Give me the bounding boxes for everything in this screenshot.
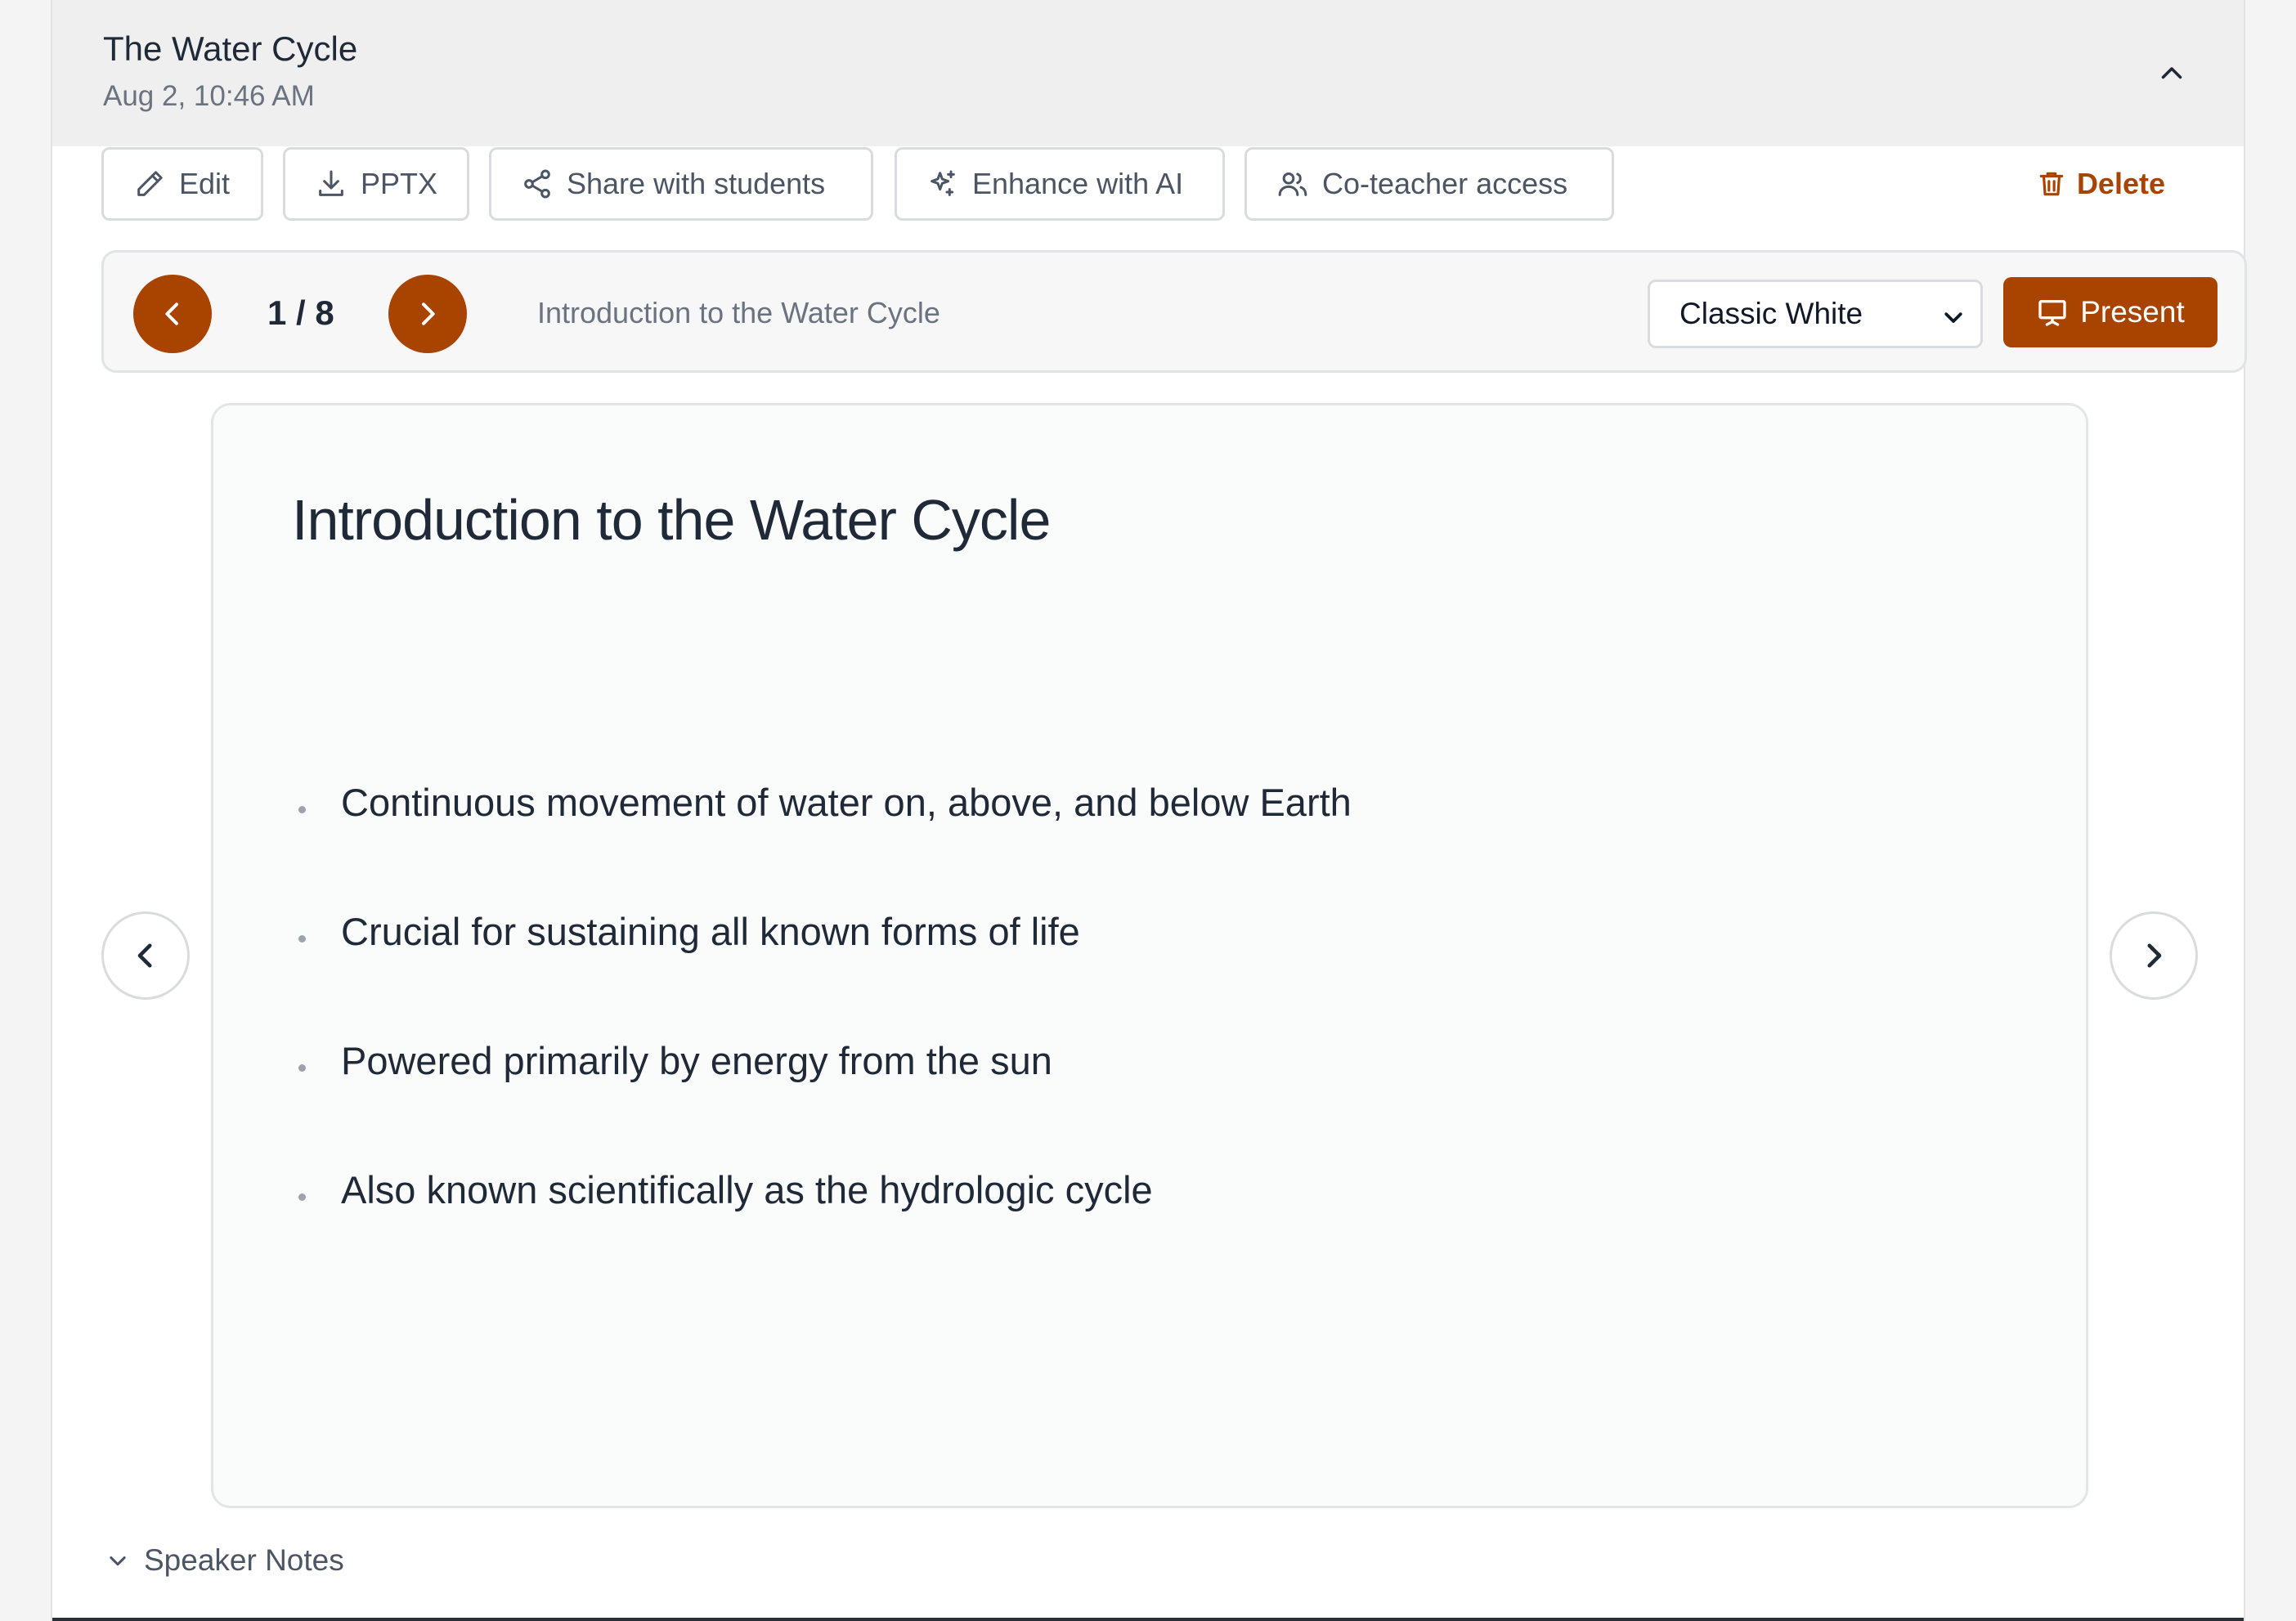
theme-select[interactable]: Classic White — [1648, 280, 1983, 348]
current-slide-title: Introduction to the Water Cycle — [537, 296, 940, 329]
lesson-date: Aug 2, 10:46 AM — [103, 80, 315, 112]
collapse-button[interactable] — [2150, 52, 2193, 95]
next-slide-button[interactable] — [388, 275, 467, 353]
slide-navigator: 1 / 8 Introduction to the Water Cycle Cl… — [101, 250, 2247, 373]
chevron-up-icon — [2161, 67, 2182, 79]
pptx-download-button[interactable]: PPTX — [283, 147, 469, 221]
present-label: Present — [2080, 295, 2185, 329]
speaker-notes-toggle[interactable]: Speaker Notes — [106, 1543, 344, 1578]
panel-bottom-border — [52, 1618, 2244, 1621]
slide-bullet: Continuous movement of water on, above, … — [292, 780, 1352, 909]
slide-counter: 1 / 8 — [267, 293, 334, 332]
lesson-panel: The Water Cycle Aug 2, 10:46 AM Edit PPT… — [51, 0, 2247, 1621]
share-icon — [524, 169, 550, 199]
delete-button[interactable]: Delete — [2036, 147, 2165, 221]
theme-selected-value: Classic White — [1679, 297, 1863, 330]
chevron-right-icon — [422, 302, 435, 325]
users-icon — [1278, 172, 1307, 196]
slide-bullet: Crucial for sustaining all known forms o… — [292, 909, 1352, 1038]
trash-icon — [2039, 172, 2064, 196]
chevron-down-icon — [1944, 312, 1962, 323]
slide-preview: Introduction to the Water Cycle Continuo… — [211, 403, 2088, 1508]
lesson-title: The Water Cycle — [103, 29, 358, 68]
enhance-with-ai-button[interactable]: Enhance with AI — [895, 147, 1225, 221]
co-teacher-label: Co-teacher access — [1322, 167, 1568, 200]
chevron-right-icon — [2147, 943, 2162, 968]
co-teacher-access-button[interactable]: Co-teacher access — [1244, 147, 1614, 221]
speaker-notes-label: Speaker Notes — [144, 1543, 344, 1577]
delete-label: Delete — [2076, 167, 2165, 200]
presentation-icon — [2038, 300, 2066, 326]
present-button[interactable]: Present — [2003, 277, 2218, 347]
edit-button[interactable]: Edit — [101, 147, 263, 221]
enhance-label: Enhance with AI — [972, 167, 1184, 200]
lesson-header[interactable]: The Water Cycle Aug 2, 10:46 AM — [52, 0, 2244, 146]
edit-label: Edit — [179, 167, 231, 200]
previous-slide-button[interactable] — [133, 275, 212, 353]
sparkles-icon — [931, 170, 955, 196]
download-icon — [319, 170, 343, 196]
slide-next-arrow[interactable] — [2110, 911, 2198, 1000]
slide-heading: Introduction to the Water Cycle — [292, 488, 1051, 552]
share-label: Share with students — [567, 167, 826, 200]
chevron-down-icon — [110, 1556, 126, 1566]
pencil-icon — [137, 171, 163, 196]
share-with-students-button[interactable]: Share with students — [489, 147, 873, 221]
slide-bullet: Also known scientifically as the hydrolo… — [292, 1167, 1352, 1296]
chevron-left-icon — [165, 302, 178, 325]
pptx-label: PPTX — [361, 167, 438, 200]
slide-bullet: Powered primarily by energy from the sun — [292, 1038, 1352, 1167]
slide-prev-arrow[interactable] — [101, 911, 190, 1000]
slide-bullet-list: Continuous movement of water on, above, … — [292, 780, 1352, 1296]
chevron-left-icon — [137, 943, 152, 968]
